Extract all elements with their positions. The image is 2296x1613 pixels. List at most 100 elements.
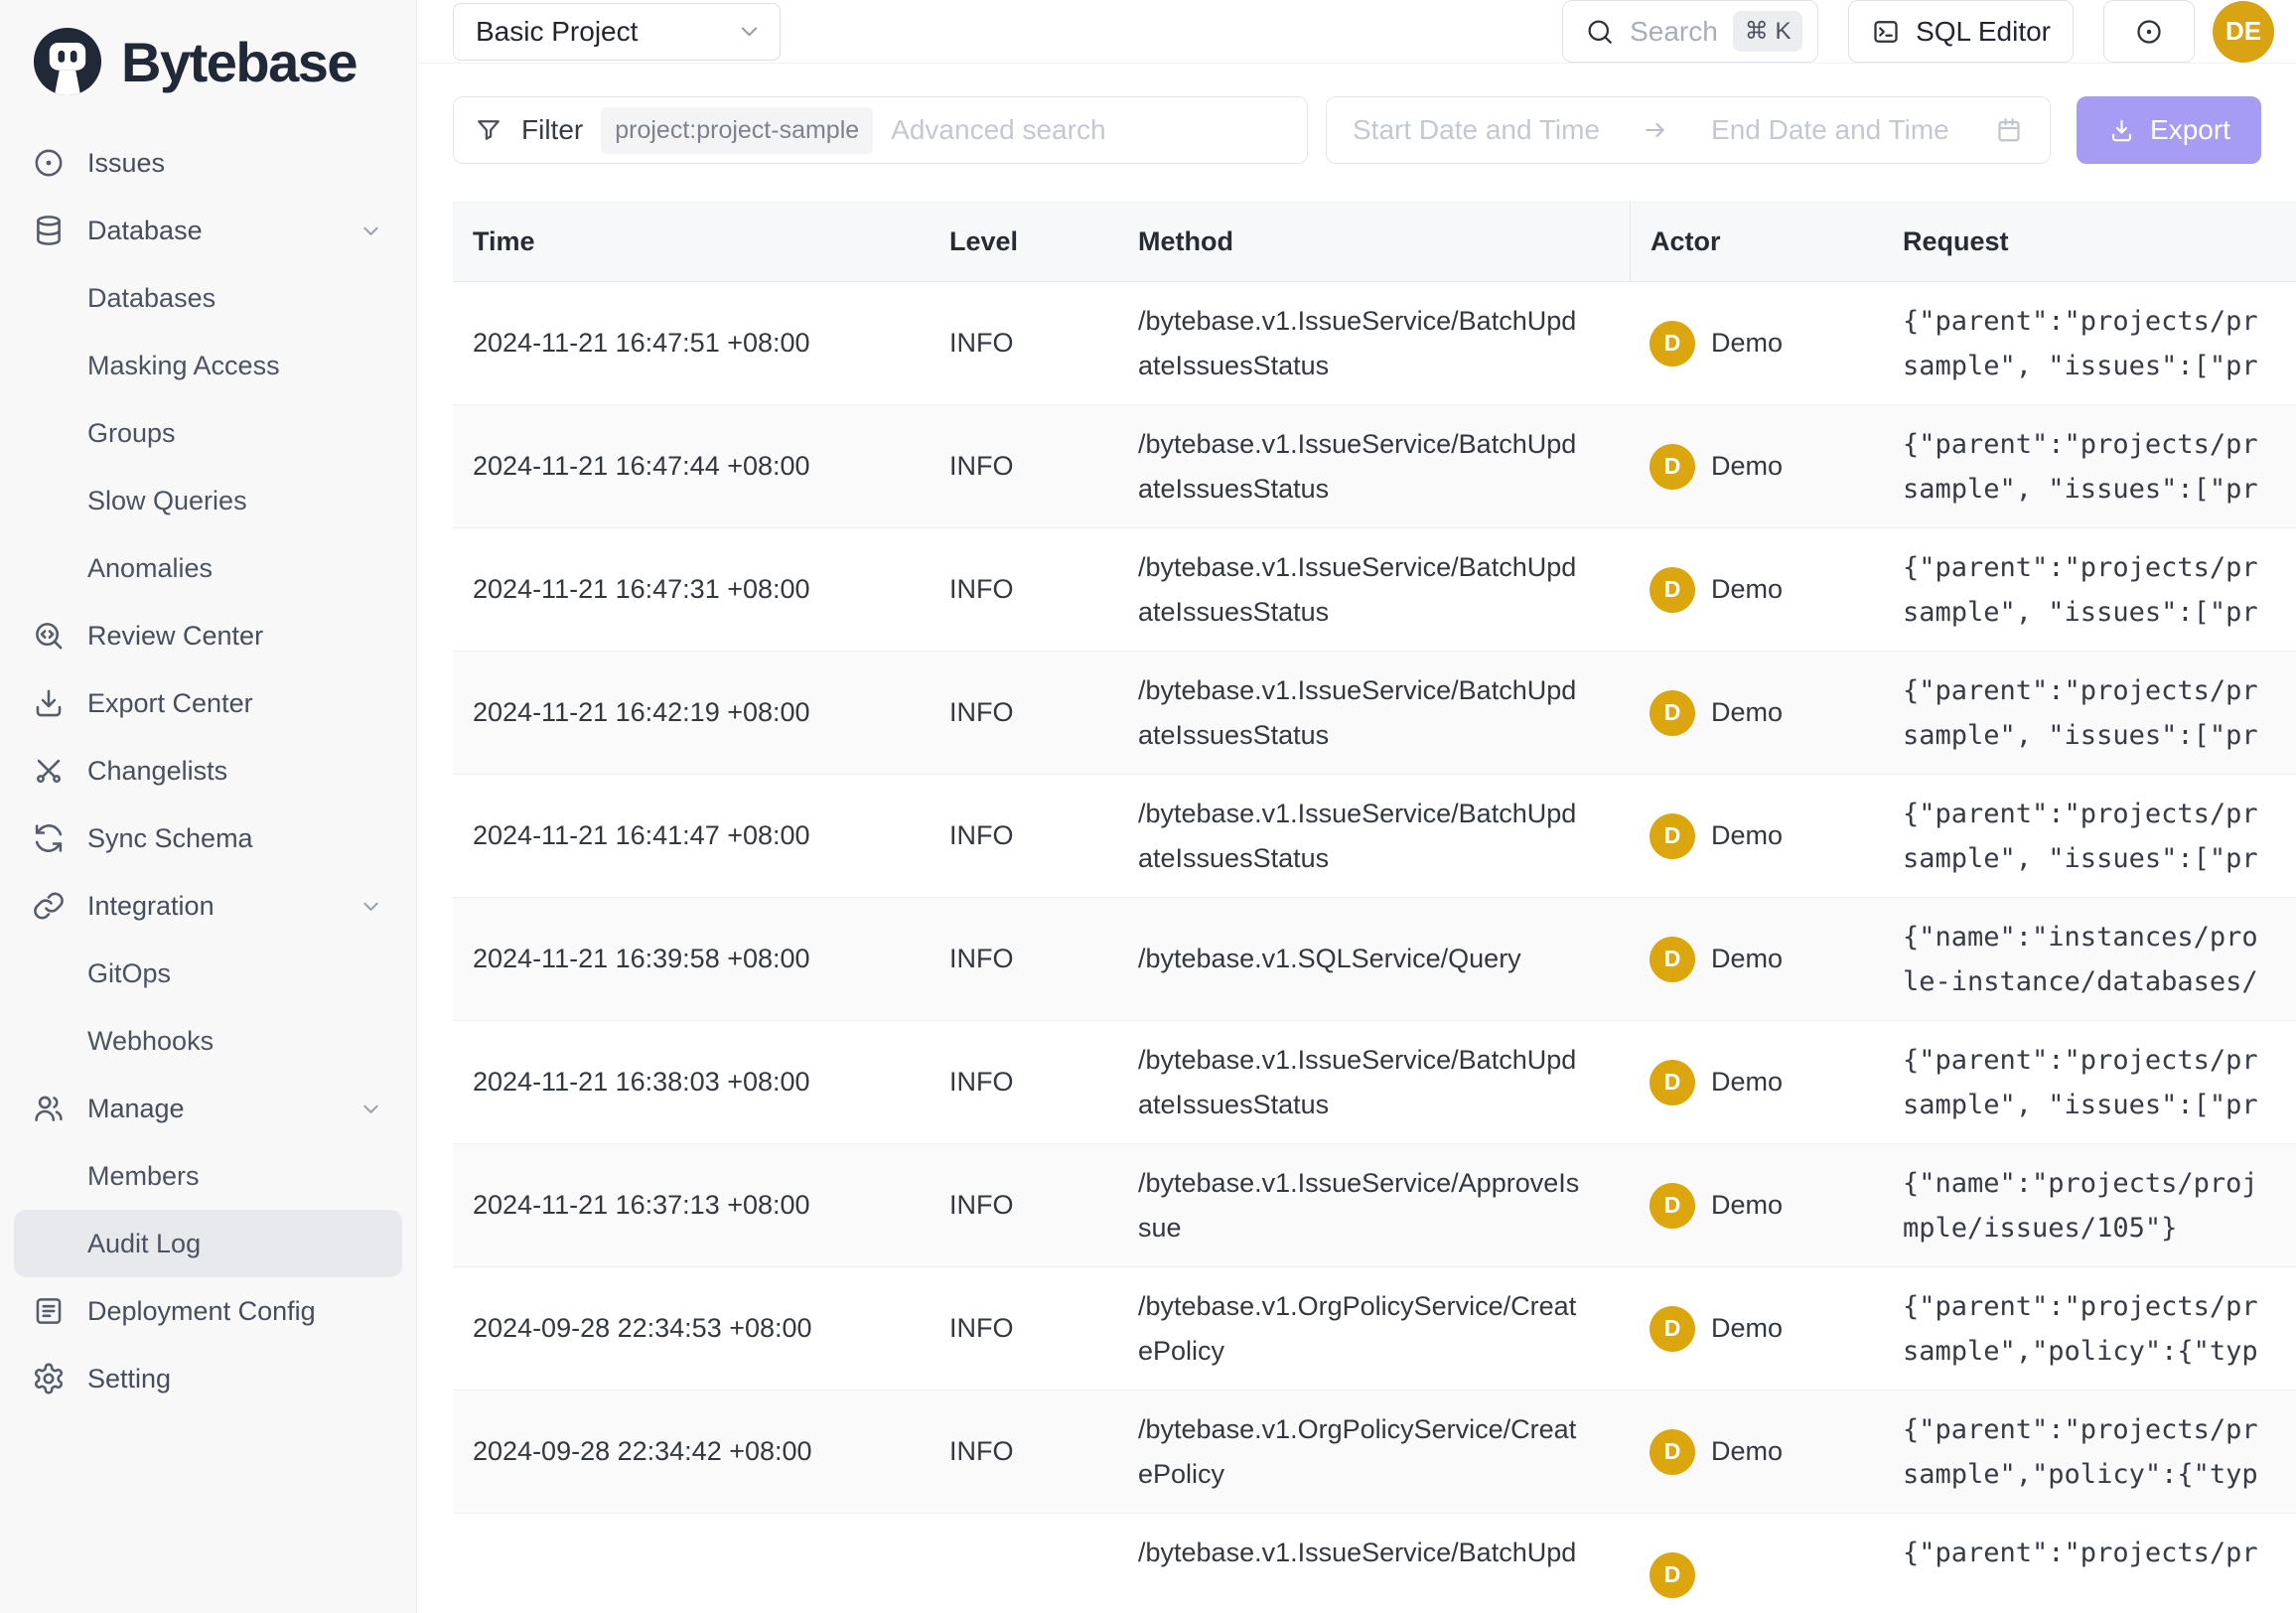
search-label: Search bbox=[1630, 16, 1718, 48]
search-icon bbox=[1585, 17, 1615, 47]
sidebar-item-label: GitOps bbox=[87, 958, 171, 989]
sidebar-item-export-center[interactable]: Export Center bbox=[14, 669, 402, 737]
database-icon bbox=[32, 214, 66, 247]
end-date-placeholder: End Date and Time bbox=[1711, 114, 1949, 146]
cell-actor: D Demo bbox=[1630, 444, 1883, 490]
sidebar-item-label: Issues bbox=[87, 148, 165, 179]
actor-name: Demo bbox=[1711, 1313, 1783, 1344]
sidebar-item-deployment-config[interactable]: Deployment Config bbox=[14, 1277, 402, 1345]
table-row[interactable]: 2024-11-21 16:47:44 +08:00INFO/bytebase.… bbox=[453, 405, 2296, 528]
sidebar-item-label: Groups bbox=[87, 418, 176, 449]
sidebar-item-masking-access[interactable]: Masking Access bbox=[14, 332, 402, 399]
sidebar-item-review-center[interactable]: Review Center bbox=[14, 602, 402, 669]
sidebar-item-label: Slow Queries bbox=[87, 486, 247, 516]
cell-method: /bytebase.v1.OrgPolicyService/CreatePoli… bbox=[1118, 1284, 1630, 1374]
sidebar-item-audit-log[interactable]: Audit Log bbox=[14, 1210, 402, 1277]
actor-avatar: D bbox=[1650, 444, 1695, 490]
actor-name: Demo bbox=[1711, 451, 1783, 482]
table-row[interactable]: 2024-11-21 16:41:47 +08:00INFO/bytebase.… bbox=[453, 775, 2296, 898]
topbar-actions: Search ⌘ K SQL Editor DE bbox=[1562, 0, 2274, 63]
col-time[interactable]: Time bbox=[453, 226, 930, 257]
cell-method: /bytebase.v1.IssueService/BatchUpdateIss… bbox=[1118, 668, 1630, 758]
cell-level: INFO bbox=[930, 1190, 1118, 1221]
table-row[interactable]: 2024-11-21 16:37:13 +08:00INFO/bytebase.… bbox=[453, 1144, 2296, 1267]
sidebar-item-database[interactable]: Database bbox=[14, 197, 402, 264]
filter-icon bbox=[474, 115, 503, 145]
search-shortcut-badge: ⌘ K bbox=[1733, 11, 1803, 52]
actor-name: Demo bbox=[1711, 328, 1783, 359]
cell-time: 2024-11-21 16:39:58 +08:00 bbox=[453, 944, 930, 974]
col-request[interactable]: Request bbox=[1883, 226, 2296, 257]
sidebar-item-label: Changelists bbox=[87, 756, 227, 787]
table-row[interactable]: 2024-11-21 16:47:51 +08:00INFO/bytebase.… bbox=[453, 282, 2296, 405]
changelist-icon bbox=[32, 754, 66, 788]
terminal-icon bbox=[1871, 17, 1901, 47]
sidebar-nav: Issues Database Databases Masking Access Gro… bbox=[0, 121, 416, 1412]
sidebar-item-label: Masking Access bbox=[87, 351, 280, 381]
cell-actor: DDemo bbox=[1630, 567, 1883, 613]
cell-actor: DDemo bbox=[1630, 937, 1883, 982]
table-row[interactable]: /bytebase.v1.IssueService/BatchUpd D{"pa… bbox=[453, 1514, 2296, 1613]
actor-name: Demo bbox=[1711, 574, 1783, 605]
cell-level: INFO bbox=[930, 944, 1118, 974]
sql-editor-button[interactable]: SQL Editor bbox=[1848, 0, 2074, 63]
cell-time: 2024-09-28 22:34:42 +08:00 bbox=[453, 1436, 930, 1467]
download-icon bbox=[2107, 116, 2136, 145]
doc-icon bbox=[32, 1294, 66, 1328]
sidebar-item-label: Audit Log bbox=[87, 1229, 201, 1259]
sidebar-item-members[interactable]: Members bbox=[14, 1142, 402, 1210]
project-selector[interactable]: Basic Project bbox=[453, 3, 781, 61]
sidebar: Bytebase Issues Database Databases Masking … bbox=[0, 0, 417, 1613]
date-range-picker[interactable]: Start Date and Time End Date and Time bbox=[1326, 96, 2051, 164]
brand[interactable]: Bytebase bbox=[0, 0, 416, 121]
sidebar-item-slow-queries[interactable]: Slow Queries bbox=[14, 467, 402, 534]
table-row[interactable]: 2024-11-21 16:47:31 +08:00INFO/bytebase.… bbox=[453, 528, 2296, 652]
sidebar-item-gitops[interactable]: GitOps bbox=[14, 940, 402, 1007]
sync-icon bbox=[32, 821, 66, 855]
sidebar-item-changelists[interactable]: Changelists bbox=[14, 737, 402, 805]
sidebar-item-sync-schema[interactable]: Sync Schema bbox=[14, 805, 402, 872]
export-button[interactable]: Export bbox=[2077, 96, 2261, 164]
sidebar-item-databases[interactable]: Databases bbox=[14, 264, 402, 332]
filter-input[interactable]: Filter project:project-sample Advanced s… bbox=[453, 96, 1308, 164]
actor-name: Demo bbox=[1711, 944, 1783, 974]
sidebar-item-groups[interactable]: Groups bbox=[14, 399, 402, 467]
sidebar-item-label: Database bbox=[87, 216, 203, 246]
sidebar-item-manage[interactable]: Manage bbox=[14, 1075, 402, 1142]
col-actor[interactable]: Actor bbox=[1630, 203, 1883, 281]
sidebar-item-label: Databases bbox=[87, 283, 215, 314]
filter-chip[interactable]: project:project-sample bbox=[601, 107, 873, 154]
cell-request: {"parent":"projects/prsample","policy":{… bbox=[1883, 1284, 2296, 1374]
sidebar-item-setting[interactable]: Setting bbox=[14, 1345, 402, 1412]
sidebar-item-webhooks[interactable]: Webhooks bbox=[14, 1007, 402, 1075]
cell-level bbox=[930, 1559, 1118, 1590]
circle-dot-button[interactable] bbox=[2103, 0, 2195, 63]
chevron-down-icon bbox=[358, 1096, 384, 1122]
cell-actor: DDemo bbox=[1630, 1306, 1883, 1352]
cell-actor: DDemo bbox=[1630, 1183, 1883, 1229]
table-row[interactable]: 2024-11-21 16:39:58 +08:00INFO/bytebase.… bbox=[453, 898, 2296, 1021]
col-method[interactable]: Method bbox=[1118, 226, 1630, 257]
table-row[interactable]: 2024-11-21 16:38:03 +08:00INFO/bytebase.… bbox=[453, 1021, 2296, 1144]
search-button[interactable]: Search ⌘ K bbox=[1562, 0, 1818, 63]
topbar: Basic Project Search ⌘ K SQL Editor DE bbox=[417, 0, 2296, 64]
cell-request: {"parent":"projects/prsample", "issues":… bbox=[1883, 545, 2296, 635]
sidebar-item-issues[interactable]: Issues bbox=[14, 129, 402, 197]
arrow-right-icon bbox=[1642, 116, 1669, 144]
table-row[interactable]: 2024-09-28 22:34:53 +08:00INFO/bytebase.… bbox=[453, 1267, 2296, 1391]
cell-method: /bytebase.v1.IssueService/BatchUpd bbox=[1118, 1531, 1630, 1613]
table-row[interactable]: 2024-09-28 22:34:42 +08:00INFO/bytebase.… bbox=[453, 1391, 2296, 1514]
sidebar-item-label: Anomalies bbox=[87, 553, 213, 584]
user-avatar[interactable]: DE bbox=[2213, 1, 2274, 63]
sidebar-item-label: Export Center bbox=[87, 688, 253, 719]
actor-avatar: D bbox=[1650, 1552, 1695, 1598]
cell-actor: DDemo bbox=[1630, 1429, 1883, 1475]
main-area: Basic Project Search ⌘ K SQL Editor DE bbox=[417, 0, 2296, 1613]
cell-method: /bytebase.v1.IssueService/BatchUpdateIss… bbox=[1118, 545, 1630, 635]
table-row[interactable]: 2024-11-21 16:42:19 +08:00INFO/bytebase.… bbox=[453, 652, 2296, 775]
sidebar-item-anomalies[interactable]: Anomalies bbox=[14, 534, 402, 602]
calendar-icon bbox=[1994, 115, 2024, 145]
cell-request: {"parent":"projects/prsample","policy":{… bbox=[1883, 1407, 2296, 1497]
sidebar-item-integration[interactable]: Integration bbox=[14, 872, 402, 940]
col-level[interactable]: Level bbox=[930, 226, 1118, 257]
